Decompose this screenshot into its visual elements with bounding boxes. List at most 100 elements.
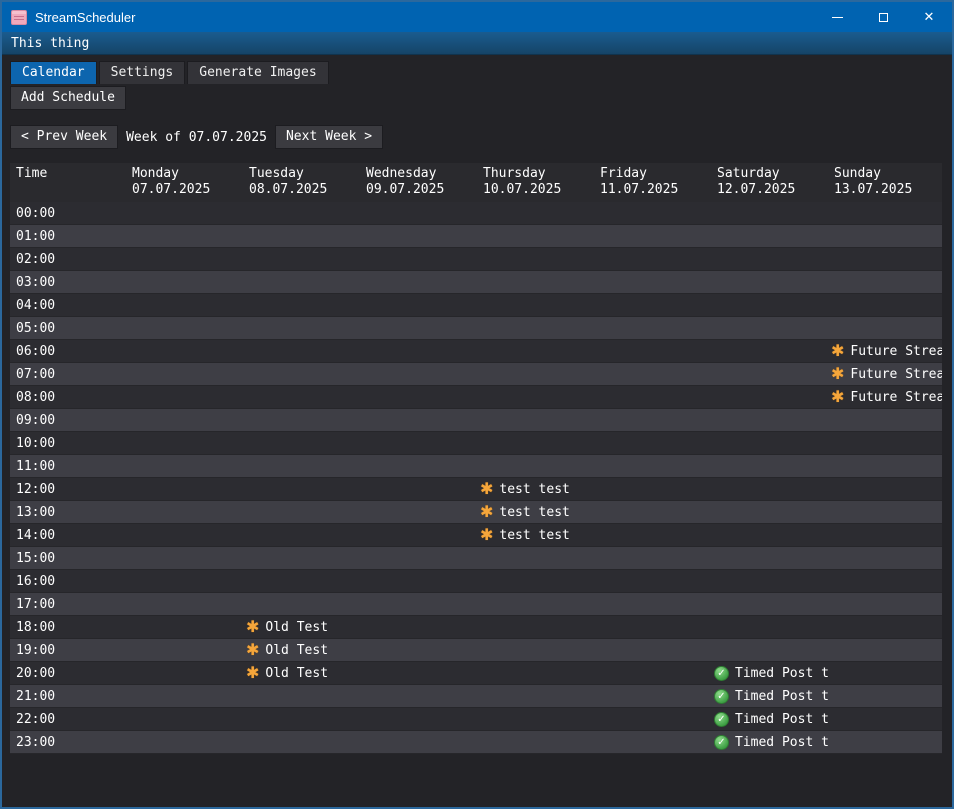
- check-icon: ✓: [714, 735, 729, 750]
- empty-cell: [828, 202, 942, 224]
- calendar-row[interactable]: 03:00: [10, 271, 942, 294]
- empty-cell: [594, 593, 711, 615]
- event-title: test test: [499, 528, 569, 543]
- add-schedule-button[interactable]: Add Schedule: [10, 86, 126, 110]
- calendar-row[interactable]: 17:00: [10, 593, 942, 616]
- tab-bar: Calendar Settings Generate Images: [10, 61, 944, 84]
- calendar-event[interactable]: ✓Timed Post test: [711, 685, 828, 707]
- calendar-row[interactable]: 13:00 ✱test test: [10, 501, 942, 524]
- calendar-row[interactable]: 16:00: [10, 570, 942, 593]
- calendar-event[interactable]: ✱Future Stream: [828, 340, 942, 362]
- empty-cell: [711, 639, 828, 661]
- event-title: Future Stream: [850, 344, 942, 359]
- empty-cell: [594, 409, 711, 431]
- calendar-row[interactable]: 07:00✱Future Stream: [10, 363, 942, 386]
- calendar-row[interactable]: 14:00✱test test: [10, 524, 942, 547]
- tab-calendar[interactable]: Calendar: [10, 61, 97, 84]
- calendar-row[interactable]: 19:00✱Old Test: [10, 639, 942, 662]
- time-label: 13:00: [10, 501, 126, 523]
- empty-cell: [477, 616, 594, 638]
- empty-cell: [594, 639, 711, 661]
- calendar-row[interactable]: 15:00: [10, 547, 942, 570]
- calendar-event[interactable]: ✱Future Stream: [828, 386, 942, 408]
- next-week-button[interactable]: Next Week >: [275, 125, 383, 149]
- empty-cell: [243, 731, 360, 753]
- time-label: 18:00: [10, 616, 126, 638]
- menu-item-this-thing[interactable]: This thing: [2, 32, 98, 54]
- empty-cell: [477, 225, 594, 247]
- empty-cell: [594, 294, 711, 316]
- time-label: 16:00: [10, 570, 126, 592]
- day-header: Saturday12.07.2025: [711, 166, 828, 198]
- empty-cell: [243, 570, 360, 592]
- empty-cell: [360, 708, 477, 730]
- app-window: StreamScheduler ✕ This thing Calendar Se…: [0, 0, 954, 809]
- empty-cell: [360, 524, 477, 546]
- calendar-row[interactable]: 01:00: [10, 225, 942, 248]
- window-controls: ✕: [814, 2, 952, 32]
- calendar-event[interactable]: ✱ test test: [477, 524, 594, 546]
- calendar-row[interactable]: 11:00: [10, 455, 942, 478]
- time-label: 15:00: [10, 547, 126, 569]
- calendar-grid: Time Monday07.07.2025Tuesday08.07.2025We…: [10, 163, 942, 754]
- empty-cell: [243, 409, 360, 431]
- calendar-event[interactable]: ✓Timed Post test: [711, 731, 828, 753]
- empty-cell: [711, 248, 828, 270]
- calendar-row[interactable]: 06:00✱Future Stream: [10, 340, 942, 363]
- calendar-row[interactable]: 12:00✱test test: [10, 478, 942, 501]
- calendar-row[interactable]: 05:00: [10, 317, 942, 340]
- empty-cell: [477, 570, 594, 592]
- empty-cell: [360, 547, 477, 569]
- asterisk-icon: ✱: [831, 366, 844, 382]
- calendar-row[interactable]: 02:00: [10, 248, 942, 271]
- time-label: 23:00: [10, 731, 126, 753]
- empty-cell: [477, 386, 594, 408]
- day-header: Sunday13.07.2025: [828, 166, 942, 198]
- calendar-event[interactable]: ✱test test: [477, 501, 594, 523]
- calendar-row[interactable]: 08:00 ✱Future Stream: [10, 386, 942, 409]
- empty-cell: [126, 455, 243, 477]
- calendar-row[interactable]: 10:00: [10, 432, 942, 455]
- empty-cell: [711, 202, 828, 224]
- time-label: 08:00: [10, 386, 126, 408]
- tab-generate-images[interactable]: Generate Images: [187, 61, 328, 84]
- calendar-row[interactable]: 20:00✱Old Test✓Timed Post test: [10, 662, 942, 685]
- empty-cell: [126, 570, 243, 592]
- empty-cell: [477, 317, 594, 339]
- time-label: 10:00: [10, 432, 126, 454]
- minimize-button[interactable]: [814, 2, 860, 32]
- calendar-event[interactable]: ✱Old Test: [243, 639, 360, 661]
- calendar-row[interactable]: 23:00 ✓Timed Post test: [10, 731, 942, 754]
- calendar-row[interactable]: 00:00: [10, 202, 942, 225]
- calendar-event[interactable]: ✓Timed Post test: [711, 662, 828, 684]
- empty-cell: [360, 225, 477, 247]
- maximize-button[interactable]: [860, 2, 906, 32]
- calendar-event[interactable]: ✓Timed Post test: [711, 708, 828, 730]
- day-header: Wednesday09.07.2025: [360, 166, 477, 198]
- calendar-event[interactable]: ✱Old Test: [243, 662, 360, 684]
- empty-cell: [594, 317, 711, 339]
- empty-cell: [828, 432, 942, 454]
- empty-cell: [126, 317, 243, 339]
- asterisk-icon: ✱: [480, 527, 493, 543]
- empty-cell: [360, 202, 477, 224]
- empty-cell: [126, 524, 243, 546]
- empty-cell: [126, 593, 243, 615]
- calendar-row[interactable]: 18:00 ✱Old Test: [10, 616, 942, 639]
- calendar-row[interactable]: 04:00: [10, 294, 942, 317]
- close-button[interactable]: ✕: [906, 2, 952, 32]
- event-title: Timed Post test: [735, 666, 828, 681]
- time-header: Time: [10, 166, 126, 198]
- calendar-event[interactable]: ✱test test: [477, 478, 594, 500]
- asterisk-icon: ✱: [480, 504, 493, 520]
- calendar-event[interactable]: ✱Future Stream: [828, 363, 942, 385]
- prev-week-button[interactable]: < Prev Week: [10, 125, 118, 149]
- calendar-event[interactable]: ✱Old Test: [243, 616, 360, 638]
- calendar-row[interactable]: 22:00✓Timed Post test: [10, 708, 942, 731]
- calendar-row[interactable]: 09:00: [10, 409, 942, 432]
- calendar-row[interactable]: 21:00✓Timed Post test: [10, 685, 942, 708]
- asterisk-icon: ✱: [246, 619, 259, 635]
- empty-cell: [711, 455, 828, 477]
- tab-settings[interactable]: Settings: [99, 61, 186, 84]
- empty-cell: [477, 340, 594, 362]
